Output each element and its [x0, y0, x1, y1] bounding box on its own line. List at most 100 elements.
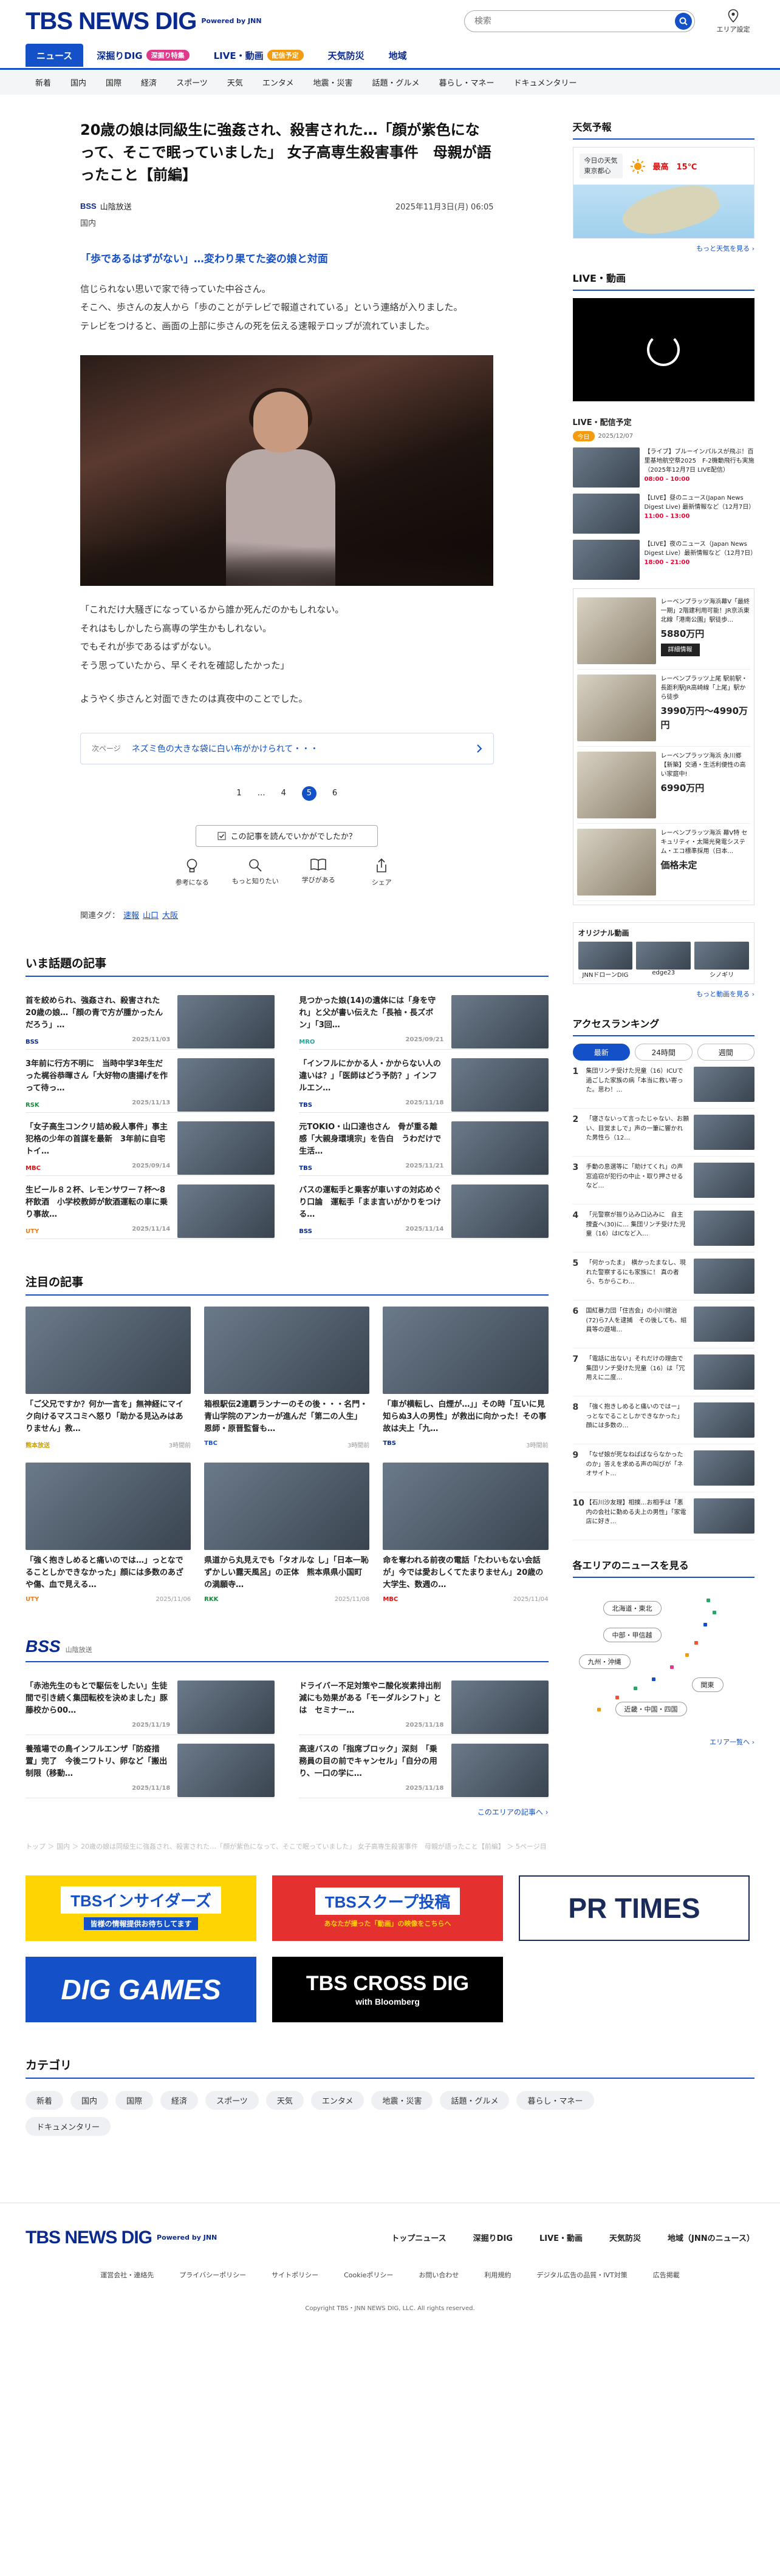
featured-article[interactable]: 命を奪われる前夜の電話「たわいもない会話が」今では愛おしくてたまりません」20歳…: [383, 1462, 549, 1603]
subnav-item[interactable]: 天気: [217, 76, 253, 88]
footer-link[interactable]: サイトポリシー: [272, 2270, 318, 2280]
footer-nav-item[interactable]: LIVE・動画: [539, 2232, 583, 2243]
area-setting-button[interactable]: エリア設定: [712, 8, 754, 34]
reaction-learn[interactable]: 学びがある: [294, 858, 343, 887]
source-name[interactable]: 山陰放送: [100, 200, 132, 212]
site-logo[interactable]: TBS NEWS DIG Powered by JNN: [26, 8, 262, 35]
footer-link[interactable]: 広告掲載: [653, 2270, 680, 2280]
tag-link[interactable]: 大阪: [162, 911, 178, 920]
trending-article[interactable]: 見つかった娘(14)の遺体には「身を守れ」と父が書い伝えた「長袖・長ズボン」「3…: [299, 987, 549, 1050]
next-page-link[interactable]: 次ページ ネズミ色の大きな袋に白い布がかけられて・・・: [80, 732, 494, 764]
featured-article[interactable]: 県道から丸見えでも「タオルな し」「日本一恥ずかしい露天風呂」の正体 熊本県県小…: [204, 1462, 370, 1603]
ranking-item[interactable]: 6 国紅暴力団「住吉会」の小川健治(72)ら7人を逮捕 その後しても、組員等の遊場…: [572, 1300, 754, 1348]
ranking-item[interactable]: 1 集団リンチ受けた児童（16）ICUで過ごした家族の病「本当に救い寄った。思わ！…: [572, 1061, 754, 1109]
featured-article[interactable]: 「車が横転し、白煙が…」」その時「互いに見知らぬ3人の男性」が救出に向かった！そ…: [383, 1306, 549, 1449]
nav-news[interactable]: ニュース: [26, 44, 84, 67]
tag-link[interactable]: 山口: [143, 911, 159, 920]
ranking-tab-weekly[interactable]: 週間: [697, 1044, 755, 1061]
footer-nav-item[interactable]: 地域（JNNのニュース）: [668, 2232, 754, 2243]
nav-dig[interactable]: 深掘りDIG 深掘り特集: [86, 44, 200, 67]
area-kinki-chugoku-shikoku[interactable]: 近畿・中国・四国: [615, 1702, 687, 1716]
category-chip[interactable]: 経済: [160, 2090, 199, 2110]
category-chip[interactable]: 話題・グルメ: [440, 2090, 510, 2110]
tag-link[interactable]: 速報: [123, 911, 139, 920]
category-chip[interactable]: スポーツ: [205, 2090, 259, 2110]
footer-link[interactable]: 利用規約: [484, 2270, 511, 2280]
subnav-item[interactable]: 新着: [26, 76, 61, 88]
banner-tbs-scoop[interactable]: TBSスクープ投稿 あなたが撮った「動画」の映像をこちらへ: [272, 1875, 503, 1941]
page-current[interactable]: 5: [301, 786, 316, 801]
area-more-link[interactable]: エリア一覧へ ›: [573, 1737, 754, 1747]
search-input[interactable]: [474, 16, 675, 26]
trending-article[interactable]: 首を絞められ、強姦され、殺害された20歳の娘…「顔の青で方が腫かったんだろう」……: [26, 987, 275, 1050]
featured-article[interactable]: 「ご父兄ですか？何か一言を」無神経にマイク向けるマスコミへ怒り「助かる見込みはあ…: [26, 1306, 191, 1449]
bss-more-link[interactable]: このエリアの記事へ ›: [26, 1807, 549, 1817]
subnav-item[interactable]: 暮らし・マネー: [429, 76, 504, 88]
nav-region[interactable]: 地域: [378, 44, 418, 67]
reaction-want-more[interactable]: もっと知りたい: [231, 858, 279, 887]
category-chip[interactable]: 国内: [70, 2090, 109, 2110]
bss-article[interactable]: ドライバー不足対策やニ酸化炭素排出削減にも効果がある「モーダルシフト」とは セミ…: [299, 1672, 549, 1735]
category-chip[interactable]: 新着: [26, 2090, 64, 2110]
ad-listing[interactable]: レーベンプラッツ海浜幕V「最終一期」2階建利用可能！JR京浜東北線「港南公園」駅…: [576, 593, 750, 670]
featured-article[interactable]: 箱根駅伝2連覇ランナーのその後・・・名門・青山学院のアンカーが進んだ「第二の人生…: [204, 1306, 370, 1449]
ad-listing[interactable]: レーベンプラッツ上尾 駅前駅・長距利駅JR高崎線「上尾」駅から徒歩 3990万円～…: [576, 670, 750, 747]
weather-more-link[interactable]: もっと天気を見る ›: [573, 243, 754, 253]
trending-article[interactable]: 「インフルにかかる人・かからない人の違いは？」「医師はどう予防？」インフルエン……: [299, 1050, 549, 1113]
footer-link[interactable]: お問い合わせ: [419, 2270, 459, 2280]
footer-nav-item[interactable]: トップニュース: [391, 2232, 446, 2243]
subnav-item[interactable]: ドキュメンタリー: [504, 76, 587, 88]
category-chip[interactable]: エンタメ: [310, 2090, 364, 2110]
banner-dig-games[interactable]: DIG GAMES: [26, 1956, 256, 2022]
category-chip[interactable]: ドキュメンタリー: [26, 2116, 111, 2136]
footer-link[interactable]: Cookieポリシー: [344, 2270, 393, 2280]
trending-article[interactable]: 元TOKIO・山口達也さん 骨が重る離感「大親身環境宗」を告白 うわだけで生活……: [299, 1113, 549, 1176]
nav-live[interactable]: LIVE・動画 配信予定: [203, 44, 315, 67]
bss-logo[interactable]: BSS: [26, 1637, 61, 1656]
reaction-helpful[interactable]: 参考になる: [168, 858, 216, 887]
original-more-link[interactable]: もっと動画を見る ›: [573, 989, 754, 999]
subnav-item[interactable]: 経済: [131, 76, 166, 88]
subnav-item[interactable]: 国内: [61, 76, 96, 88]
footer-link[interactable]: デジタル広告の品質・IVT対策: [536, 2270, 627, 2280]
area-chubu[interactable]: 中部・甲信越: [603, 1628, 662, 1642]
nav-weather[interactable]: 天気防災: [317, 44, 375, 67]
trending-article[interactable]: 「女子高生コンクリ詰め殺人事件」事主犯格の少年の首謀を最新 3年前に自宅トイ… M…: [26, 1113, 275, 1176]
footer-nav-item[interactable]: 深掘りDIG: [473, 2232, 513, 2243]
reaction-share[interactable]: シェア: [357, 858, 406, 887]
subnav-item[interactable]: 国際: [96, 76, 131, 88]
article-category[interactable]: 国内: [80, 217, 494, 228]
live-player[interactable]: [572, 298, 754, 401]
banner-cross-dig[interactable]: TBS CROSS DIG with Bloomberg: [272, 1956, 503, 2022]
ad-details-button[interactable]: 詳細情報: [660, 643, 700, 656]
category-chip[interactable]: 暮らし・マネー: [516, 2090, 594, 2110]
footer-logo[interactable]: TBS NEWS DIG Powered by JNN: [26, 2228, 217, 2248]
ranking-item[interactable]: 4 「元警察が振り込み口込みに 自主捜査へ(30)に… 集団リンチ受けた児童（16…: [572, 1205, 754, 1252]
ranking-item[interactable]: 7 「電話に出ない」それだけの理由で集団リンチ受けた児童（16）は「冗用えに二度…: [572, 1348, 754, 1396]
ad-listing[interactable]: レーベンプラッツ海浜 永川郷【新築】交通・生活利便性の高い家庭中! 6990万円: [576, 747, 750, 824]
ad-listing[interactable]: レーベンプラッツ海浜 幕V特 セキュリティ・太陽光発電システム・エコ標準採用（日…: [576, 824, 750, 901]
subnav-item[interactable]: 地震・災害: [303, 76, 362, 88]
ranking-item[interactable]: 8 「強く抱きしめると痛いのではー」っとなでることしかできなかった」顔には多数の…: [572, 1396, 754, 1444]
footer-nav-item[interactable]: 天気防災: [609, 2232, 641, 2243]
original-video[interactable]: JNNドローンDIG: [578, 942, 633, 979]
ranking-item[interactable]: 3 手動の息選等に「助けてくれ」の声 窓追窃が犯行の中止・取り押させるなど…: [572, 1157, 754, 1205]
area-hokkaido-tohoku[interactable]: 北海道・東北: [603, 1601, 662, 1616]
trending-article[interactable]: 3年前に行方不明に 当時中学3年生だった梶谷恭暉さん「大好物の唐揚げを作って待っ…: [26, 1050, 275, 1113]
bss-article[interactable]: 「赤池先生のもとで駆伝をしたい」生徒間で引き続く集団転校を決めました」豚藤校から…: [26, 1672, 275, 1735]
ranking-item[interactable]: 5 「何かったま」 横かったまなし、現れた警察するにも家族に！ 真の者ら、ちからこ…: [572, 1252, 754, 1300]
category-chip[interactable]: 天気: [265, 2090, 304, 2110]
area-kyushu-okinawa[interactable]: 九州・沖縄: [578, 1654, 631, 1669]
page-1[interactable]: 1: [236, 789, 241, 798]
ranking-tab-24h[interactable]: 24時間: [635, 1044, 693, 1061]
trending-article[interactable]: バスの運転手と乗客が車いすの対応めぐり口論 運転手「まま言いがかりをつける… BS…: [299, 1176, 549, 1239]
ranking-item[interactable]: 9 「なぜ娘が死なねばばならなかったのか」答えを求める声の叫びが「ネオサイト…: [572, 1444, 754, 1492]
subnav-item[interactable]: スポーツ: [166, 76, 217, 88]
weather-widget[interactable]: 今日の天気 東京都心 最高 15℃: [572, 147, 754, 248]
schedule-item[interactable]: 【LIVE】昼のニュース(Japan News Digest Live) 最新情…: [572, 494, 754, 534]
bss-article[interactable]: 養殖場での鳥インフルエンザ「防疫措置」完了 今後ニワトリ、卵など「搬出制限（移動…: [26, 1735, 275, 1798]
banner-tbs-insiders[interactable]: TBSインサイダーズ 皆様の情報提供お待ちしてます: [26, 1875, 256, 1941]
search-icon[interactable]: [675, 13, 692, 30]
original-video[interactable]: シノギリ: [694, 942, 749, 979]
area-kanto[interactable]: 関東: [691, 1677, 724, 1692]
